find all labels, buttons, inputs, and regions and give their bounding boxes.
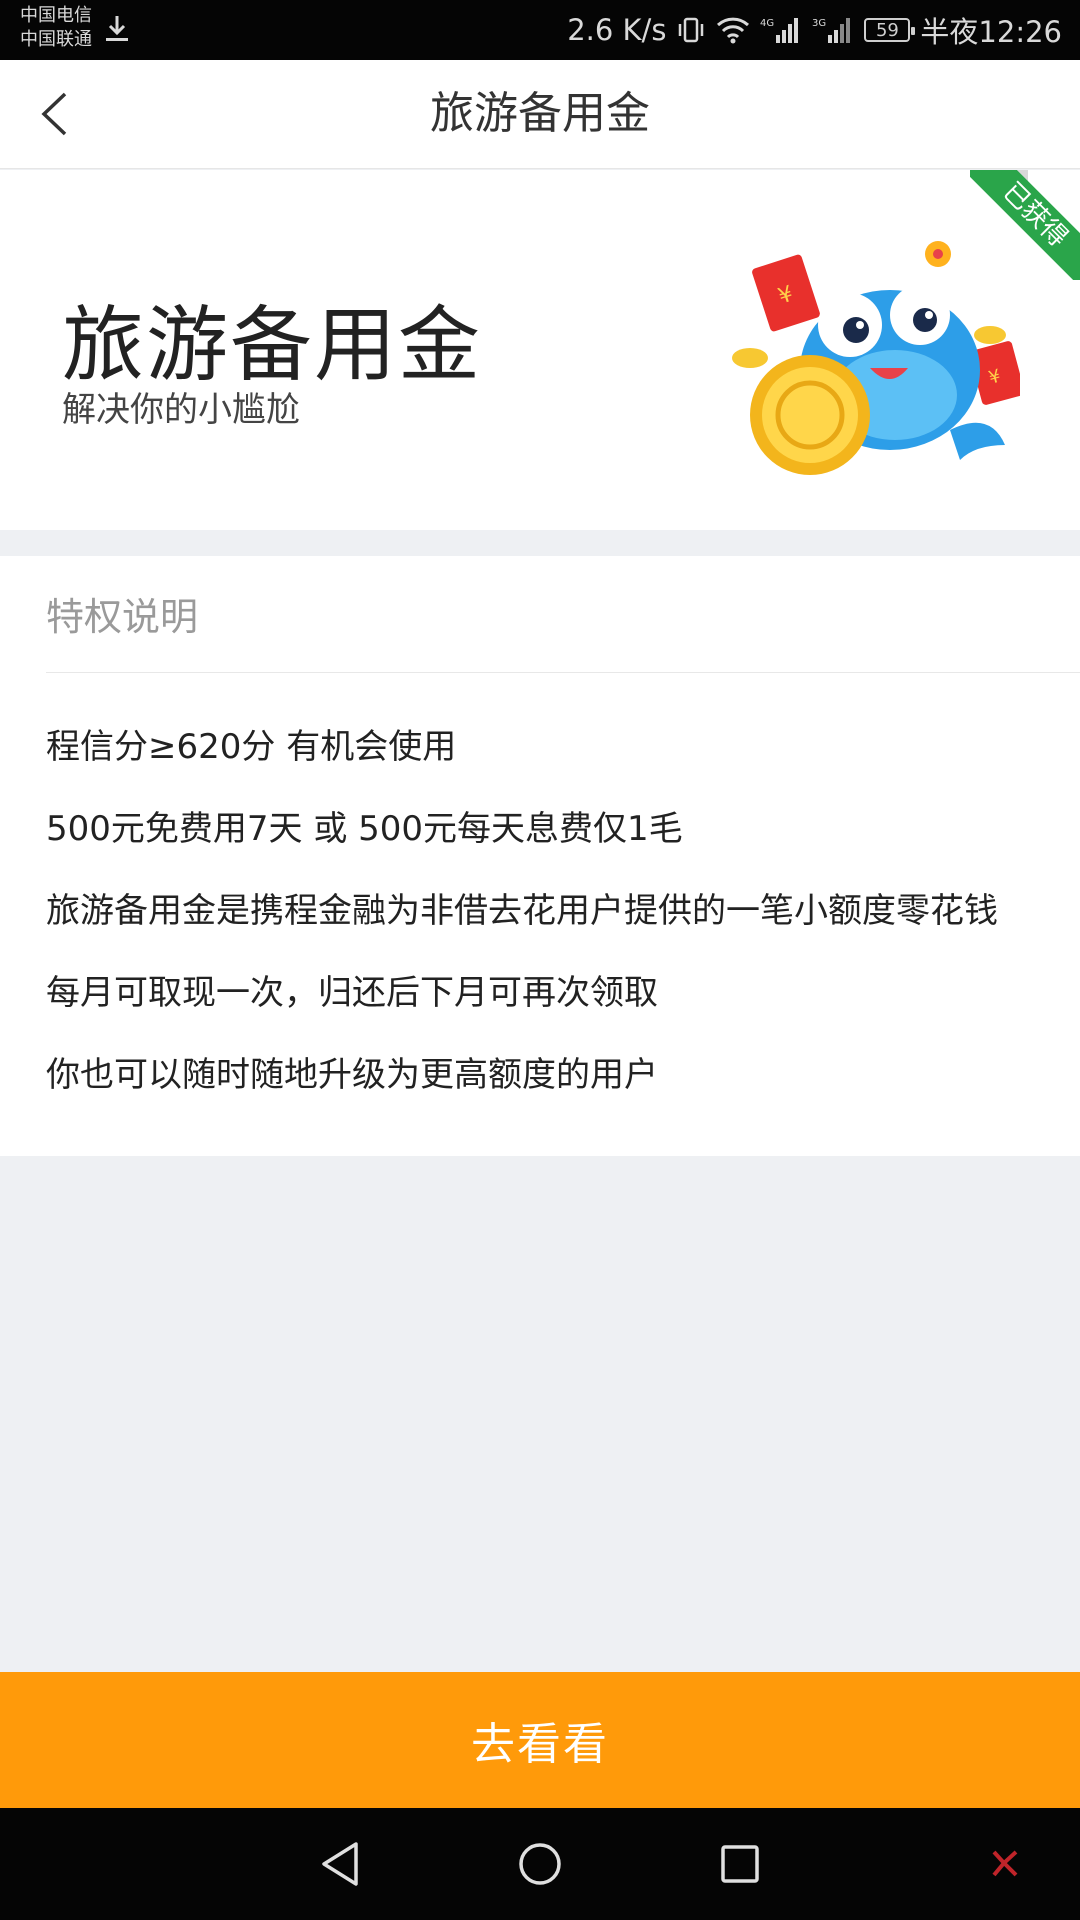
privilege-item: 程信分≥620分 有机会使用 [46, 727, 457, 767]
battery-icon: 59 [864, 18, 916, 42]
header-bar: 旅游备用金 [0, 60, 1080, 169]
ribbon-label: 已获得 [970, 170, 1080, 280]
watermark-icon [992, 1850, 1018, 1877]
go-see-button[interactable]: 去看看 [0, 1672, 1080, 1808]
privilege-item: 每月可取现一次，归还后下月可再次领取 [46, 973, 658, 1013]
triangle-back-icon [322, 1842, 358, 1886]
watermark-logo [990, 1848, 1020, 1878]
system-nav-bar [0, 1808, 1080, 1920]
svg-text:4G: 4G [760, 18, 774, 29]
status-bar: 中国电信 中国联通 2.6 K/s 4G 3G 59 半夜12:26 [0, 0, 1080, 60]
nav-back-button[interactable] [310, 1834, 370, 1894]
promo-banner: 旅游备用金 解决你的小尴尬 ¥ ¥ 已获得 [0, 170, 1080, 530]
network-speed: 2.6 K/s [567, 13, 667, 47]
carrier-info: 中国电信 中国联通 [20, 4, 92, 52]
wifi-icon [716, 16, 750, 44]
vibrate-icon [676, 15, 706, 45]
banner-subtitle: 解决你的小尴尬 [62, 390, 300, 430]
obtained-ribbon: 已获得 [970, 170, 1080, 280]
privilege-item: 你也可以随时随地升级为更高额度的用户 [46, 1055, 658, 1095]
banner-title: 旅游备用金 [62, 298, 483, 393]
divider [46, 672, 1080, 673]
privilege-section: 特权说明 程信分≥620分 有机会使用 500元免费用7天 或 500元每天息费… [0, 556, 1080, 1156]
privilege-item: 500元免费用7天 或 500元每天息费仅1毛 [46, 809, 683, 849]
download-icon [104, 14, 130, 48]
nav-recents-button[interactable] [710, 1834, 770, 1894]
carrier-2: 中国联通 [20, 29, 92, 50]
square-recents-icon [721, 1845, 759, 1883]
clock: 半夜12:26 [920, 15, 1062, 49]
circle-home-icon [519, 1843, 561, 1885]
page-title: 旅游备用金 [430, 88, 650, 139]
privilege-item: 旅游备用金是携程金融为非借去花用户提供的一笔小额度零花钱 [46, 891, 998, 931]
nav-home-button[interactable] [510, 1834, 570, 1894]
svg-text:3G: 3G [812, 18, 826, 29]
signal-4g-icon: 4G [760, 15, 802, 45]
privilege-list: 程信分≥620分 有机会使用 500元免费用7天 或 500元每天息费仅1毛 旅… [46, 706, 998, 1116]
carrier-1: 中国电信 [20, 5, 92, 26]
signal-3g-icon: 3G [812, 15, 854, 45]
privilege-heading: 特权说明 [46, 595, 199, 639]
